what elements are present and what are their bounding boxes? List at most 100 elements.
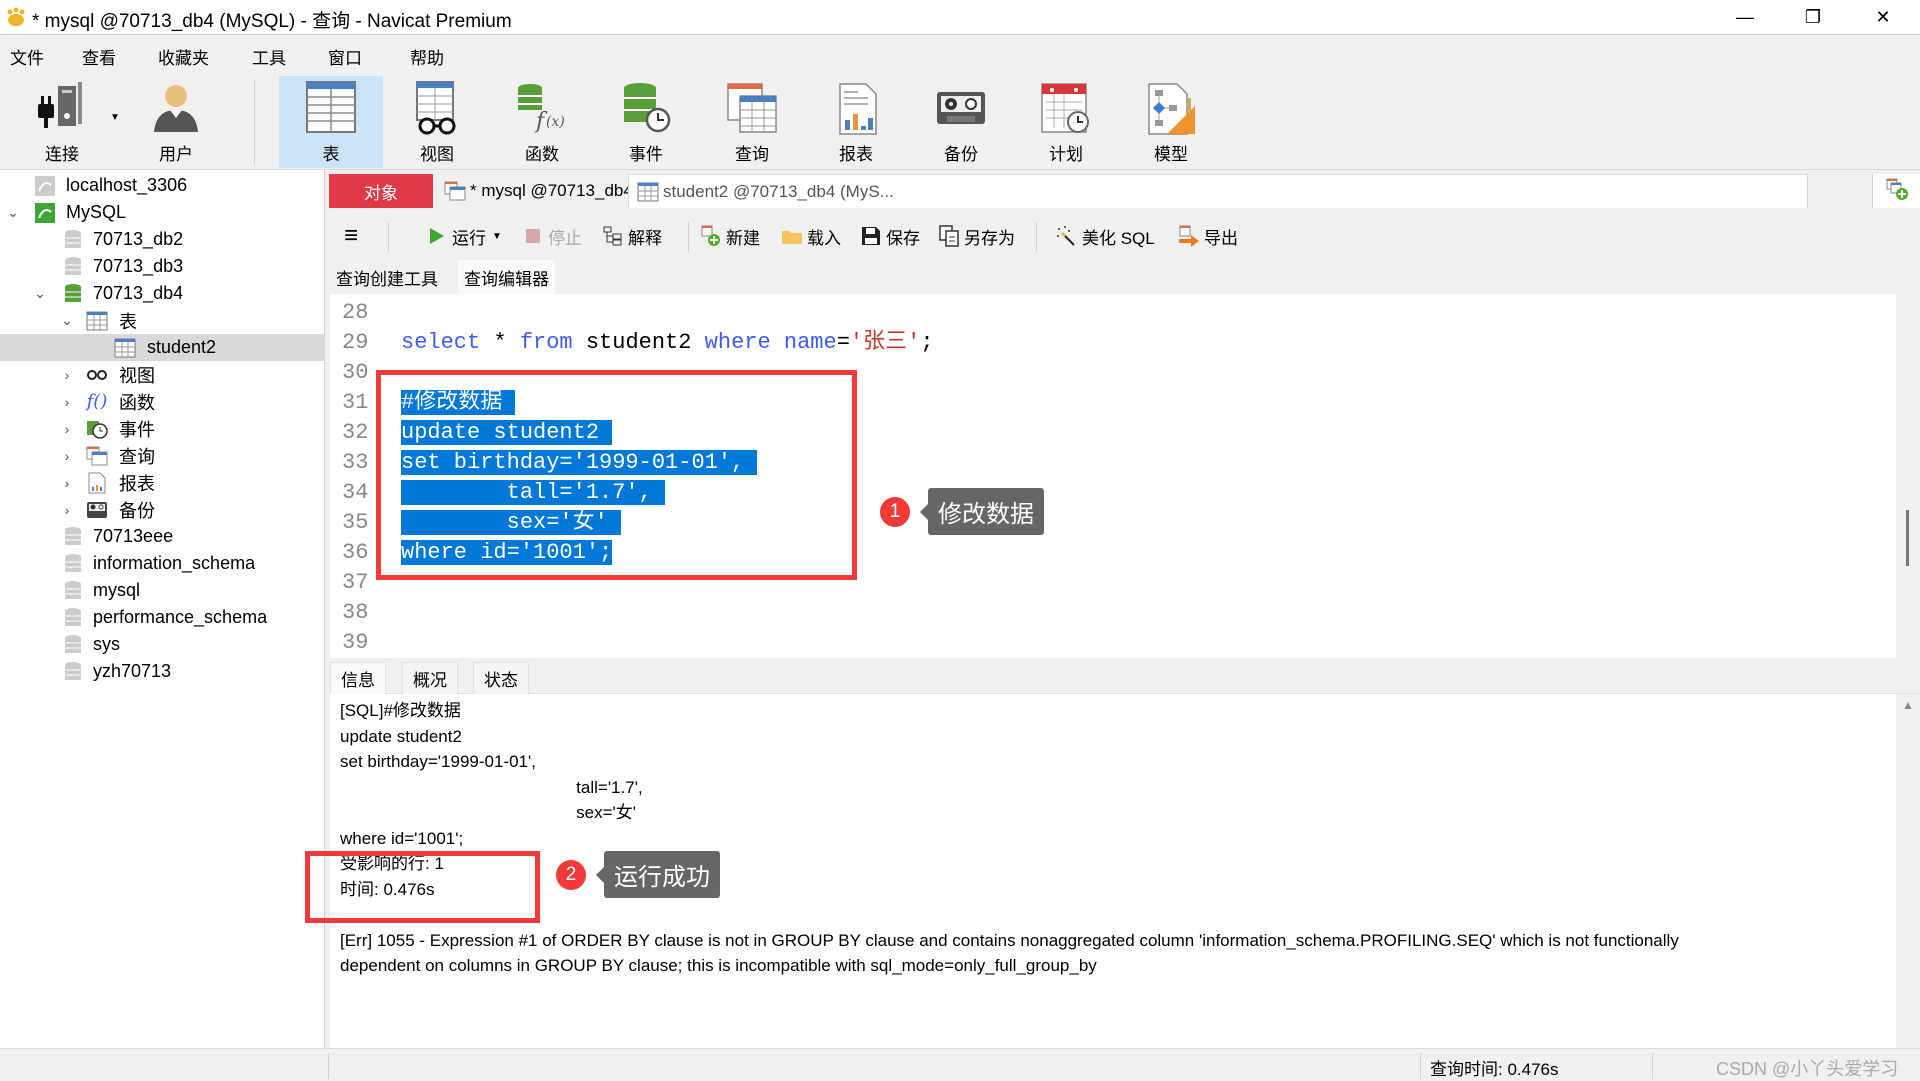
- tree-item-database[interactable]: 70713_db2: [0, 226, 325, 253]
- tree-label: student2: [147, 337, 217, 357]
- tree-label: 70713eee: [93, 526, 174, 546]
- query-time: 查询时间: 0.476s: [1430, 1060, 1559, 1079]
- run-button[interactable]: 运行 ▼: [426, 222, 502, 250]
- function-button[interactable]: f (x) 函数: [490, 76, 594, 168]
- toolbar-separator: [254, 80, 255, 164]
- menu-favorites[interactable]: 收藏夹: [158, 44, 209, 69]
- report-label: 报表: [839, 145, 873, 164]
- sql-token: =: [836, 330, 850, 355]
- tab-status[interactable]: 状态: [473, 662, 529, 694]
- schedule-button[interactable]: 计划: [1014, 76, 1118, 168]
- menu-help[interactable]: 帮助: [410, 44, 444, 69]
- minimize-icon: —: [1736, 7, 1754, 27]
- view-button[interactable]: 视图: [385, 76, 489, 168]
- query-icon: [444, 181, 466, 201]
- tree-item-backups[interactable]: › 备份: [0, 496, 325, 523]
- minimize-button[interactable]: —: [1710, 0, 1780, 35]
- backup-button[interactable]: 备份: [909, 76, 1013, 168]
- tree-item-views[interactable]: › 视图: [0, 361, 325, 388]
- chevron-right-icon[interactable]: ›: [60, 475, 74, 491]
- tree-item-database[interactable]: 70713_db3: [0, 253, 325, 280]
- event-icon: [86, 418, 108, 440]
- scroll-up-icon[interactable]: ▲: [1902, 698, 1914, 712]
- chevron-right-icon[interactable]: ›: [60, 367, 74, 383]
- load-button[interactable]: 载入: [781, 222, 841, 250]
- editor-scrollbar[interactable]: [1896, 294, 1920, 658]
- scrollbar-thumb[interactable]: [1906, 510, 1909, 566]
- new-query-button[interactable]: 新建: [700, 222, 760, 250]
- sql-keyword: where: [704, 330, 771, 355]
- tree-label: yzh70713: [93, 661, 172, 681]
- table-button[interactable]: 表: [279, 76, 383, 168]
- save-as-icon: [938, 225, 960, 247]
- connection-dropdown-icon[interactable]: ▼: [110, 112, 120, 123]
- tab-query-builder[interactable]: 查询创建工具: [330, 260, 444, 294]
- database-gray-icon: [62, 553, 84, 575]
- tree-item-mysql[interactable]: ⌄ MySQL: [0, 199, 325, 226]
- menu-view[interactable]: 查看: [82, 44, 116, 69]
- export-button[interactable]: 导出: [1178, 222, 1238, 250]
- tree-item-database[interactable]: information_schema: [0, 550, 325, 577]
- chevron-down-icon[interactable]: ⌄: [6, 204, 20, 220]
- tab-profile[interactable]: 概况: [402, 662, 458, 694]
- chevron-down-icon[interactable]: ⌄: [60, 312, 74, 328]
- explain-label: 解释: [628, 228, 662, 248]
- chevron-right-icon[interactable]: ›: [60, 394, 74, 410]
- callout-label: 运行成功: [604, 851, 720, 898]
- query-icon: [724, 80, 780, 136]
- tree-item-events[interactable]: › 事件: [0, 415, 325, 442]
- tree-label: 视图: [119, 365, 155, 386]
- tree-item-reports[interactable]: › 报表: [0, 469, 325, 496]
- close-button[interactable]: ✕: [1848, 0, 1918, 35]
- tree-item-database-active[interactable]: ⌄ 70713_db4: [0, 280, 325, 307]
- tree-item-student2[interactable]: student2: [0, 334, 325, 361]
- new-tab-button[interactable]: [1872, 174, 1920, 208]
- tree-item-database[interactable]: 70713eee: [0, 523, 325, 550]
- tab-query-editor[interactable]: 查询编辑器: [458, 260, 555, 294]
- database-gray-icon: [62, 229, 84, 251]
- hamburger-menu-button[interactable]: ≡: [344, 222, 358, 250]
- save-button[interactable]: 保存: [860, 222, 920, 250]
- tree-item-database[interactable]: mysql: [0, 577, 325, 604]
- chevron-right-icon[interactable]: ›: [60, 448, 74, 464]
- event-button[interactable]: 事件: [594, 76, 698, 168]
- chevron-right-icon[interactable]: ›: [60, 421, 74, 437]
- tree-item-functions[interactable]: › f() 函数: [0, 388, 325, 415]
- menu-file[interactable]: 文件: [10, 44, 44, 69]
- line-number: 37: [342, 570, 369, 595]
- table-icon: [637, 182, 659, 202]
- tab-query[interactable]: * mysql @70713_db4 (MyS...: [436, 174, 691, 208]
- save-label: 保存: [886, 228, 920, 248]
- menu-window[interactable]: 窗口: [328, 44, 362, 69]
- tree-item-database[interactable]: yzh70713: [0, 658, 325, 685]
- line-number: 29: [342, 330, 369, 355]
- tree-item-localhost[interactable]: localhost_3306: [0, 172, 325, 199]
- explain-button[interactable]: 解释: [602, 222, 662, 250]
- tab-objects[interactable]: 对象: [329, 174, 433, 208]
- tree-item-queries[interactable]: › 查询: [0, 442, 325, 469]
- database-gray-icon: [62, 607, 84, 629]
- tab-student2[interactable]: student2 @70713_db4 (MyS...: [628, 174, 1808, 208]
- tree-label: 70713_db4: [93, 283, 184, 303]
- user-button[interactable]: 用户: [124, 76, 228, 168]
- beautify-sql-button[interactable]: 美化 SQL: [1056, 222, 1155, 250]
- connection-button[interactable]: 连接: [10, 76, 114, 168]
- restore-button[interactable]: ❐: [1778, 0, 1848, 35]
- results-scrollbar[interactable]: ▲: [1896, 694, 1920, 1048]
- run-dropdown-icon[interactable]: ▼: [492, 231, 502, 242]
- save-as-button[interactable]: 另存为: [938, 222, 1015, 250]
- model-button[interactable]: 模型: [1119, 76, 1223, 168]
- tree-item-tables[interactable]: ⌄ 表: [0, 307, 325, 334]
- chevron-down-icon[interactable]: ⌄: [33, 285, 47, 301]
- tree-item-database[interactable]: sys: [0, 631, 325, 658]
- report-button[interactable]: 报表: [804, 76, 908, 168]
- backup-icon: [933, 80, 989, 136]
- result-line: [Err] 1055 - Expression #1 of ORDER BY c…: [340, 930, 1679, 950]
- chevron-right-icon[interactable]: ›: [60, 502, 74, 518]
- line-number: 36: [342, 540, 369, 565]
- database-gray-icon: [62, 580, 84, 602]
- tab-info[interactable]: 信息: [330, 662, 386, 694]
- menu-tools[interactable]: 工具: [252, 44, 286, 69]
- tree-item-database[interactable]: performance_schema: [0, 604, 325, 631]
- query-button[interactable]: 查询: [700, 76, 804, 168]
